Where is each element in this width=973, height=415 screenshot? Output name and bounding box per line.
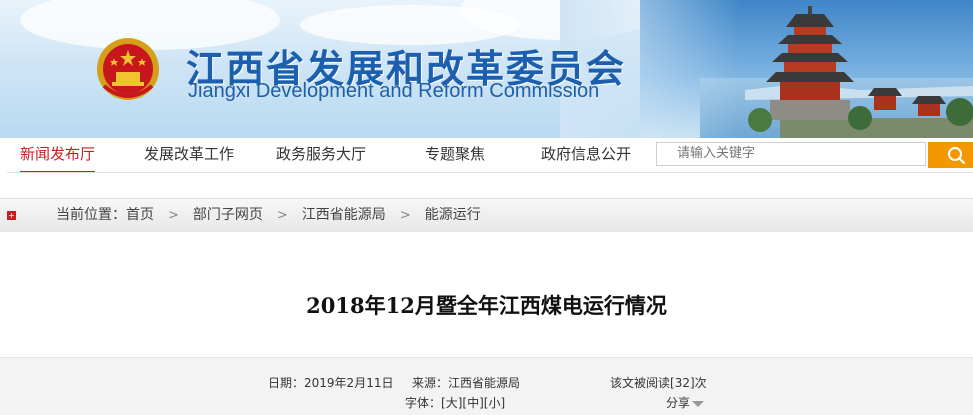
date-value: 2019年2月11日 <box>304 376 394 390</box>
font-large-button[interactable]: [大] <box>441 396 462 410</box>
article-title: 2018年12月暨全年江西煤电运行情况 <box>306 293 667 318</box>
nav-item-services[interactable]: 政务服务大厅 <box>276 138 366 171</box>
read-count-suffix: ]次 <box>689 376 707 390</box>
search-icon <box>948 147 966 165</box>
font-medium-button[interactable]: [中] <box>462 396 483 410</box>
article-meta: 日期：2019年2月11日 来源：江西省能源局 该文被阅读[32]次 字体：[大… <box>0 357 973 415</box>
search-box <box>656 142 973 168</box>
nav-item-topics[interactable]: 专题聚焦 <box>425 138 485 171</box>
chevron-down-icon <box>692 400 705 407</box>
font-small-button[interactable]: [小] <box>484 396 505 410</box>
nav-item-reform-work[interactable]: 发展改革工作 <box>144 138 234 171</box>
share-button[interactable]: 分享 <box>666 394 705 411</box>
article-source: 来源：江西省能源局 <box>412 374 520 391</box>
breadcrumb-energy-bureau[interactable]: 江西省能源局 <box>302 199 386 231</box>
breadcrumb-dept-pages[interactable]: 部门子网页 <box>193 199 263 231</box>
breadcrumb-home[interactable]: 首页 <box>126 199 154 231</box>
breadcrumb-separator: > <box>276 208 288 223</box>
read-count-value: 32 <box>674 376 690 390</box>
share-label: 分享 <box>666 396 691 410</box>
pavilion-image <box>745 6 973 138</box>
search-button[interactable] <box>928 142 973 168</box>
breadcrumb-energy-operation[interactable]: 能源运行 <box>425 199 481 231</box>
font-size-label: 字体： <box>405 396 442 410</box>
breadcrumb-prefix: 当前位置： <box>56 207 126 223</box>
source-label: 来源： <box>412 376 449 390</box>
breadcrumb: + 当前位置：首页 > 部门子网页 > 江西省能源局 > 能源运行 <box>0 198 973 232</box>
nav-item-gov-info[interactable]: 政府信息公开 <box>541 138 631 171</box>
nav-divider <box>7 172 973 173</box>
nav-item-news[interactable]: 新闻发布厅 <box>20 138 96 173</box>
article-date: 日期：2019年2月11日 <box>268 374 393 391</box>
location-marker-icon: + <box>7 211 16 220</box>
font-size-control: 字体：[大][中][小] <box>405 394 505 411</box>
read-count: 该文被阅读[32]次 <box>610 374 707 391</box>
breadcrumb-separator: > <box>399 208 411 223</box>
search-input[interactable] <box>656 142 926 166</box>
source-value: 江西省能源局 <box>448 376 521 390</box>
site-banner: 江西省发展和改革委员会 Jiangxi Development and Refo… <box>0 0 973 138</box>
read-count-prefix: 该文被阅读[ <box>610 376 675 390</box>
date-label: 日期： <box>268 376 305 390</box>
breadcrumb-separator: > <box>168 208 179 223</box>
emblem-logo <box>97 38 159 100</box>
site-subtitle: Jiangxi Development and Reform Commissio… <box>188 80 600 102</box>
